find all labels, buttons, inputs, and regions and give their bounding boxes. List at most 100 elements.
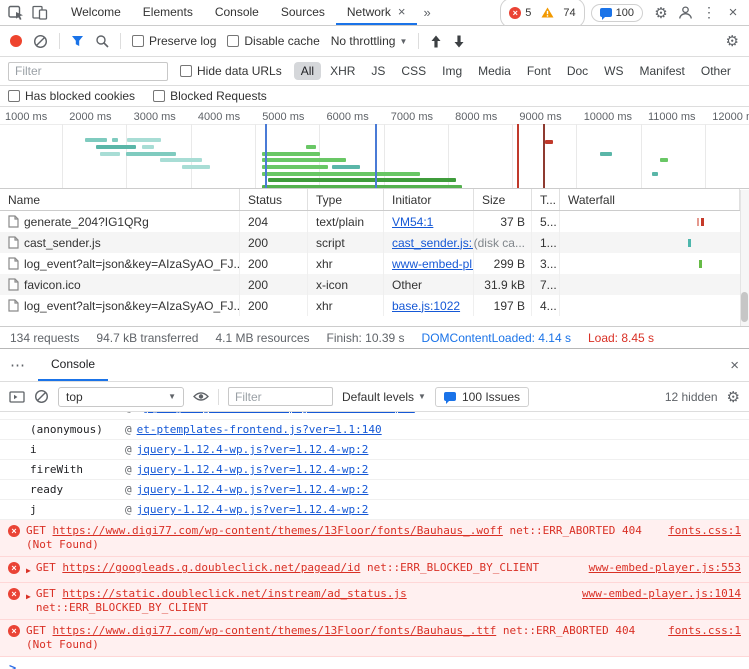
record-network-log-button[interactable] xyxy=(10,35,22,47)
tab-sources[interactable]: Sources xyxy=(270,0,336,25)
hide-data-urls-checkbox[interactable]: Hide data URLs xyxy=(180,64,282,78)
console-error-row[interactable]: ×▶GET https://googleads.g.doubleclick.ne… xyxy=(0,557,749,583)
tab-close-icon[interactable]: × xyxy=(398,5,406,18)
table-scrollbar[interactable] xyxy=(740,190,749,326)
console-error-row[interactable]: ×GET https://www.digi77.com/wp-content/t… xyxy=(0,620,749,657)
tab-console[interactable]: Console xyxy=(204,0,270,25)
has-blocked-cookies-checkbox[interactable]: Has blocked cookies xyxy=(8,89,135,103)
overview-pane[interactable]: 1000 ms2000 ms3000 ms4000 ms5000 ms6000 … xyxy=(0,107,749,189)
source-link[interactable]: jquery-1.12.4-wp.js?ver=1.12.4-wp:2 xyxy=(137,463,369,476)
column-header-name[interactable]: Name xyxy=(0,189,240,210)
disable-cache-checkbox[interactable]: Disable cache xyxy=(227,34,319,48)
error-url-link[interactable]: https://www.digi77.com/wp-content/themes… xyxy=(53,524,503,537)
error-source-link[interactable]: www-embed-player.js:553 xyxy=(589,561,741,575)
network-filter-funnel-icon[interactable] xyxy=(71,35,84,47)
column-header-initiator[interactable]: Initiator xyxy=(384,189,474,210)
settings-gear-icon[interactable]: ⚙ xyxy=(649,1,673,25)
source-link[interactable]: jquery-1.12.4-wp.js?ver=1.12.4-wp:2 xyxy=(137,503,369,516)
console-settings-gear-icon[interactable]: ⚙ xyxy=(727,388,740,406)
preserve-log-checkbox[interactable]: Preserve log xyxy=(132,34,216,48)
main-menu-dots-icon[interactable]: ⋮ xyxy=(697,1,721,25)
request-row[interactable]: generate_204?IG1QRg204text/plainVM54:137… xyxy=(0,211,740,232)
source-link[interactable]: et-ptemplates-frontend.js?ver=1.1:140 xyxy=(137,423,382,436)
issues-badge[interactable]: 100 xyxy=(591,4,643,22)
tab-welcome[interactable]: Welcome xyxy=(60,0,132,25)
drawer-tab-console[interactable]: Console xyxy=(38,349,108,381)
type-filter-manifest[interactable]: Manifest xyxy=(633,62,692,80)
clear-network-log-icon[interactable] xyxy=(33,34,48,49)
initiator-link[interactable]: cast_sender.js:10 xyxy=(392,236,474,250)
type-filter-all[interactable]: All xyxy=(294,62,321,80)
console-error-row[interactable]: ×▶GET https://static.doubleclick.net/ins… xyxy=(0,583,749,620)
stack-frame-row[interactable]: i@jquery-1.12.4-wp.js?ver=1.12.4-wp:2 xyxy=(0,440,749,460)
overview-waterfall-bar xyxy=(262,165,328,169)
stack-frame-row[interactable]: (anonymous)@et-ptemplates-frontend.js?ve… xyxy=(0,420,749,440)
issues-counter-button[interactable]: 100 Issues xyxy=(435,387,529,407)
drawer-menu-dots-icon[interactable]: ⋯ xyxy=(10,356,26,374)
export-har-icon[interactable] xyxy=(453,35,465,48)
javascript-context-dropdown[interactable]: top ▼ xyxy=(58,387,184,407)
tab-elements[interactable]: Elements xyxy=(132,0,204,25)
console-error-row[interactable]: ×GET https://www.digi77.com/wp-content/t… xyxy=(0,520,749,557)
initiator-link[interactable]: www-embed-pl... xyxy=(392,257,474,271)
type-filter-js[interactable]: JS xyxy=(364,62,392,80)
profile-icon[interactable] xyxy=(673,1,697,25)
initiator-link[interactable]: VM54:1 xyxy=(392,215,433,229)
network-search-icon[interactable] xyxy=(95,34,109,48)
stack-frame-row[interactable]: fireWith@jquery-1.12.4-wp.js?ver=1.12.4-… xyxy=(0,460,749,480)
error-source-link[interactable]: fonts.css:1 xyxy=(668,524,741,538)
request-row[interactable]: log_event?alt=json&key=AIzaSyAO_FJ...200… xyxy=(0,295,740,316)
error-url-link[interactable]: https://googleads.g.doubleclick.net/page… xyxy=(62,561,360,574)
blocked-requests-checkbox[interactable]: Blocked Requests xyxy=(153,89,267,103)
stack-frame-row[interactable]: ready@jquery-1.12.4-wp.js?ver=1.12.4-wp:… xyxy=(0,480,749,500)
expand-triangle-icon[interactable]: ▶ xyxy=(26,564,31,578)
initiator-link[interactable]: base.js:1022 xyxy=(392,299,460,313)
source-link[interactable]: jquery-migrate-1.4.1-wp.js?ver=1.4.1-wp:… xyxy=(143,412,415,414)
column-header-type[interactable]: Type xyxy=(308,189,384,210)
error-source-link[interactable]: www-embed-player.js:1014 xyxy=(582,587,741,601)
close-devtools-icon[interactable]: × xyxy=(721,1,745,25)
clear-console-icon[interactable] xyxy=(34,389,49,404)
inspect-element-icon[interactable] xyxy=(4,1,28,25)
error-url-link[interactable]: https://www.digi77.com/wp-content/themes… xyxy=(53,624,497,637)
create-live-expression-eye-icon[interactable] xyxy=(193,391,209,402)
request-row[interactable]: favicon.ico200x-iconOther31.9 kB7... xyxy=(0,274,740,295)
expand-triangle-icon[interactable]: ▶ xyxy=(26,590,31,604)
network-filter-input[interactable] xyxy=(8,62,168,81)
throttling-dropdown[interactable]: No throttling ▼ xyxy=(331,34,408,48)
column-header-status[interactable]: Status xyxy=(240,189,308,210)
type-filter-media[interactable]: Media xyxy=(471,62,518,80)
tab-network[interactable]: Network× xyxy=(336,0,417,25)
column-header-waterfall[interactable]: Waterfall xyxy=(560,189,740,210)
request-row[interactable]: cast_sender.js200scriptcast_sender.js:10… xyxy=(0,232,740,253)
console-filter-input[interactable] xyxy=(228,387,333,406)
source-link[interactable]: jquery-1.12.4-wp.js?ver=1.12.4-wp:2 xyxy=(137,483,369,496)
type-filter-ws[interactable]: WS xyxy=(597,62,630,80)
more-tabs-icon[interactable]: » xyxy=(417,5,438,20)
error-icon: × xyxy=(8,562,20,574)
errors-warnings-badge[interactable]: × 5 74 xyxy=(500,0,584,28)
drawer-tabbar: ⋯ Console × xyxy=(0,348,749,382)
type-filter-other[interactable]: Other xyxy=(694,62,738,80)
column-header-t[interactable]: T... xyxy=(532,189,560,210)
type-filter-xhr[interactable]: XHR xyxy=(323,62,362,80)
import-har-icon[interactable] xyxy=(430,35,442,48)
console-sidebar-toggle-icon[interactable] xyxy=(9,391,25,403)
console-prompt[interactable]: > xyxy=(0,657,749,669)
error-url-link[interactable]: https://static.doubleclick.net/instream/… xyxy=(62,587,406,600)
console-messages[interactable]: @ jquery-migrate-1.4.1-wp.js?ver=1.4.1-w… xyxy=(0,412,749,669)
type-filter-doc[interactable]: Doc xyxy=(560,62,595,80)
close-drawer-icon[interactable]: × xyxy=(730,357,739,374)
type-filter-css[interactable]: CSS xyxy=(394,62,433,80)
log-levels-dropdown[interactable]: Default levels ▼ xyxy=(342,390,426,404)
type-filter-img[interactable]: Img xyxy=(435,62,469,80)
table-scrollbar-thumb[interactable] xyxy=(741,292,748,322)
stack-frame-row[interactable]: j@jquery-1.12.4-wp.js?ver=1.12.4-wp:2 xyxy=(0,500,749,520)
error-source-link[interactable]: fonts.css:1 xyxy=(668,624,741,638)
request-row[interactable]: log_event?alt=json&key=AIzaSyAO_FJ...200… xyxy=(0,253,740,274)
source-link[interactable]: jquery-1.12.4-wp.js?ver=1.12.4-wp:2 xyxy=(137,443,369,456)
network-settings-gear-icon[interactable]: ⚙ xyxy=(726,32,739,50)
type-filter-font[interactable]: Font xyxy=(520,62,558,80)
device-toolbar-icon[interactable] xyxy=(28,1,52,25)
column-header-size[interactable]: Size xyxy=(474,189,532,210)
